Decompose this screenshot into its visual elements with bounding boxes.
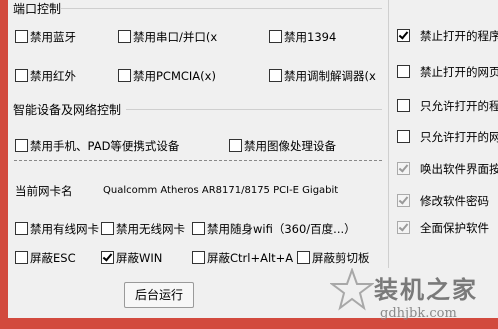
disable-wired-label: 禁用有线网卡 (30, 222, 99, 236)
allow-programs-label: 只允许打开的程 (420, 99, 498, 113)
disable-mobile-checkbox[interactable] (15, 139, 28, 152)
disable-wireless-label: 禁用无线网卡 (116, 222, 185, 236)
disable-portable-wifi-label: 禁用随身wifi（360/百度...） (207, 222, 356, 236)
disable-imaging-checkbox[interactable] (229, 139, 242, 152)
hotkey-checkbox[interactable] (397, 162, 410, 175)
shield-cut-checkbox[interactable] (297, 251, 310, 264)
window-left-border (0, 0, 8, 329)
block-programs-label: 禁止打开的程序 (420, 29, 498, 43)
disable-1394-checkbox[interactable] (269, 30, 282, 43)
group-line (126, 109, 382, 110)
panel-divider (388, 0, 389, 268)
watermark-title: 装机之家 (374, 275, 478, 304)
allow-websites-checkbox[interactable] (397, 130, 410, 143)
disable-serial-label: 禁用串口/并口(x (133, 30, 218, 44)
run-background-button[interactable]: 后台运行 (124, 282, 194, 308)
group-line (60, 8, 382, 9)
disable-modem-checkbox[interactable] (269, 69, 282, 82)
nic-value: Qualcomm Atheros AR8171/8175 PCI-E Gigab… (103, 185, 339, 196)
shield-win-checkbox[interactable] (101, 251, 114, 264)
site-watermark: 装机之家 gdhjbk.com (330, 262, 498, 328)
disable-pcmcia-label: 禁用PCMCIA(x) (133, 69, 216, 83)
smart-device-title: 智能设备及网络控制 (13, 103, 122, 117)
disable-wireless-checkbox[interactable] (101, 222, 114, 235)
disable-serial-checkbox[interactable] (118, 30, 131, 43)
port-control-title: 端口控制 (13, 2, 62, 16)
disable-bluetooth-label: 禁用蓝牙 (30, 30, 76, 44)
shield-esc-label: 屏蔽ESC (30, 251, 76, 265)
watermark-url: gdhjbk.com (380, 306, 457, 321)
change-password-label: 修改软件密码 (420, 194, 489, 208)
change-password-checkbox[interactable] (397, 194, 410, 207)
shield-ctrl-alt-a-checkbox[interactable] (192, 251, 205, 264)
nic-label: 当前网卡名 (15, 184, 73, 198)
allow-websites-label: 只允许打开的网 (420, 130, 498, 144)
hotkey-label: 唤出软件界面按 (420, 162, 498, 176)
shield-ctrl-alt-a-label: 屏蔽Ctrl+Alt+A (207, 251, 294, 265)
full-protection-label: 全面保护软件 (420, 221, 489, 235)
dashed-separator (14, 160, 382, 161)
block-websites-checkbox[interactable] (397, 65, 410, 78)
allow-programs-checkbox[interactable] (397, 99, 410, 112)
disable-infrared-label: 禁用红外 (30, 69, 76, 83)
disable-infrared-checkbox[interactable] (15, 69, 28, 82)
disable-1394-label: 禁用1394 (284, 30, 337, 44)
shield-esc-checkbox[interactable] (15, 251, 28, 264)
disable-pcmcia-checkbox[interactable] (118, 69, 131, 82)
block-programs-checkbox[interactable] (397, 29, 410, 42)
disable-mobile-label: 禁用手机、PAD等便携式设备 (30, 139, 180, 153)
disable-bluetooth-checkbox[interactable] (15, 30, 28, 43)
star-logo-icon (330, 268, 374, 311)
shield-win-label: 屏蔽WIN (116, 251, 163, 265)
disable-portable-wifi-checkbox[interactable] (192, 222, 205, 235)
disable-wired-checkbox[interactable] (15, 222, 28, 235)
full-protection-checkbox[interactable] (397, 221, 410, 234)
disable-modem-label: 禁用调制解调器(x (284, 69, 376, 83)
block-websites-label: 禁止打开的网页 (420, 65, 498, 79)
disable-imaging-label: 禁用图像处理设备 (244, 139, 336, 153)
